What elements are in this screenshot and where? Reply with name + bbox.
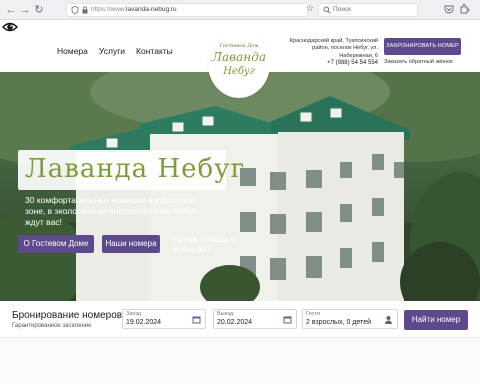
hero-title: Лаванда Небуг (25, 154, 246, 184)
booking-subtitle: Гарантированное заселение (12, 323, 92, 329)
nav-item-services[interactable]: Услуги (99, 46, 125, 56)
address-bar[interactable]: https://www.lavanda-nebug.ru (66, 3, 308, 17)
checkout-value: 20.02.2024 (217, 319, 253, 326)
hero-subtitle: 30 комфортабельных номеров в курортной з… (25, 195, 196, 227)
calendar-icon (283, 316, 292, 324)
guests-field[interactable]: Гости 2 взрослых, 0 детей (302, 309, 398, 329)
checkin-field[interactable]: Заезд 19.02.2024 (122, 309, 206, 329)
booking-title: Бронирование номеров (12, 310, 123, 321)
pocket-icon[interactable] (443, 3, 455, 15)
nav-item-contacts[interactable]: Контакты (136, 46, 173, 56)
help-link[interactable]: Нужна помощь с выбором? (173, 235, 245, 255)
address-line: район, поселок Небуг, ул. (312, 45, 378, 52)
address-text: Краснодарский край, Туапсинский район, п… (284, 38, 378, 60)
book-room-button[interactable]: ЗАБРОНИРОВАТЬ НОМЕР (384, 38, 461, 55)
calendar-icon (192, 316, 201, 324)
reload-icon[interactable]: ↻ (32, 3, 46, 17)
guests-value: 2 взрослых, 0 детей (306, 319, 371, 326)
nav-item-rooms[interactable]: Номера (57, 46, 88, 56)
user-icon (385, 316, 392, 324)
hero-section: Лаванда Небуг 30 комфортабельных номеров… (0, 72, 480, 301)
lock-icon (82, 6, 88, 14)
find-room-button[interactable]: Найти номер (404, 310, 468, 330)
url-host: lavanda-nebug.ru (126, 6, 177, 13)
booking-bar: Бронирование номеров Гарантированное зас… (0, 301, 480, 337)
browser-toolbar: ← → ↻ https://www.lavanda-nebug.ru ☆ Пои… (0, 0, 480, 20)
guests-label: Гости (306, 311, 321, 317)
search-placeholder: Поиск (333, 6, 352, 13)
shield-icon (71, 6, 79, 14)
search-icon (323, 6, 331, 14)
url-scheme: https://www. (91, 6, 127, 13)
main-nav: Номера Услуги Контакты (57, 46, 184, 56)
checkout-label: Выезд (217, 311, 234, 317)
logo-line-1: Гостевой Дом (219, 43, 259, 49)
extensions-icon[interactable] (458, 3, 470, 15)
callback-link[interactable]: Заказать обратный звонок (384, 59, 470, 65)
our-rooms-button[interactable]: Наши номера (102, 235, 160, 253)
checkout-field[interactable]: Выезд 20.02.2024 (213, 309, 297, 329)
page-bottom (0, 337, 480, 384)
checkin-label: Заезд (126, 311, 141, 317)
search-input[interactable]: Поиск (318, 3, 418, 17)
logo-line-3: Небуг (223, 66, 255, 77)
forward-icon[interactable]: → (18, 3, 32, 17)
logo-line-2: Лаванда (212, 50, 266, 64)
bookmark-star-icon[interactable]: ☆ (306, 3, 314, 14)
hero-title-box: Лаванда Небуг (18, 150, 244, 190)
checkin-value: 19.02.2024 (126, 319, 162, 326)
phone-link[interactable]: +7 (988) 54 54 554 (300, 60, 378, 66)
back-icon[interactable]: ← (4, 3, 18, 17)
site-logo[interactable]: Гостевой Дом Лаванда Небуг (208, 30, 270, 98)
about-house-button[interactable]: О Гостевом Доме (18, 235, 94, 253)
eye-icon[interactable] (2, 20, 18, 34)
